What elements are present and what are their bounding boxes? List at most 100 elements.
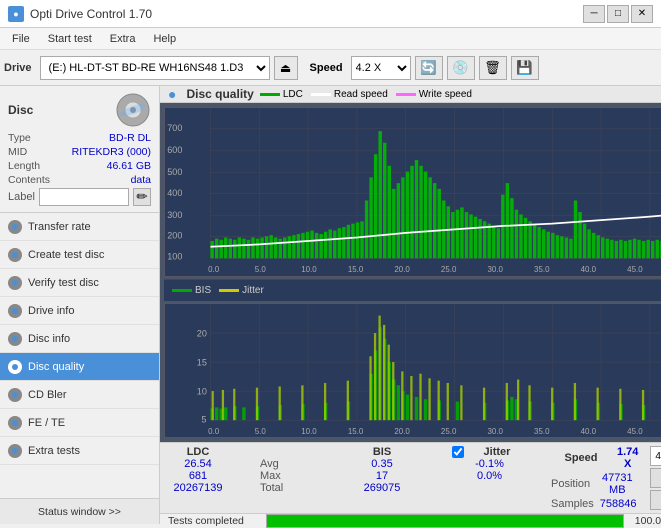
label-edit-button[interactable]: ✏ (133, 188, 151, 206)
svg-text:700: 700 (167, 123, 182, 133)
avg-ldc: 26.54 (168, 458, 228, 470)
avg-label: Avg (260, 458, 320, 470)
svg-text:10: 10 (197, 386, 207, 396)
svg-text:35.0: 35.0 (534, 427, 550, 436)
menu-help[interactable]: Help (145, 31, 184, 47)
stats-section: LDC 26.54 681 20267139 _ Avg Max Total B… (160, 442, 661, 513)
start-full-button[interactable]: Start full (650, 468, 661, 488)
speed-value: 1.74 X (617, 446, 638, 470)
menu-file[interactable]: File (4, 31, 38, 47)
sidebar-item-drive-info[interactable]: Drive info (0, 297, 159, 325)
drive-select[interactable]: (E:) HL-DT-ST BD-RE WH16NS48 1.D3 (40, 56, 270, 80)
titlebar: ● Opti Drive Control 1.70 ─ □ ✕ (0, 0, 661, 28)
create-test-disc-icon (8, 248, 22, 262)
svg-text:40.0: 40.0 (581, 427, 597, 436)
maximize-button[interactable]: □ (607, 5, 629, 23)
ldc-legend: LDC (283, 89, 303, 100)
menu-extra[interactable]: Extra (102, 31, 144, 47)
status-window-button[interactable]: Status window >> (0, 498, 159, 524)
svg-text:100: 100 (167, 251, 182, 261)
app-icon: ● (8, 6, 24, 22)
label-input[interactable] (39, 188, 129, 206)
svg-text:5.0: 5.0 (255, 265, 267, 274)
drive-label: Drive (4, 62, 32, 74)
content-title: Disc quality (186, 87, 253, 101)
position-label: Position (551, 478, 590, 490)
jitter-checkbox[interactable] (452, 446, 464, 458)
speed-label: Speed (310, 62, 343, 74)
svg-text:40.0: 40.0 (581, 265, 597, 274)
eject-button[interactable]: ⏏ (274, 56, 298, 80)
content-area: ● Disc quality LDC Read speed Write spee… (160, 86, 661, 524)
sidebar-item-extra-tests[interactable]: Extra tests (0, 437, 159, 465)
fe-te-icon (8, 416, 22, 430)
row-labels: _ Avg Max Total (260, 446, 320, 494)
sidebar-item-verify-test-disc[interactable]: Verify test disc (0, 269, 159, 297)
top-chart: 700 600 500 400 300 200 100 18X 16X 14X … (164, 107, 661, 277)
svg-text:20.0: 20.0 (394, 427, 410, 436)
progress-percent: 100.0% (632, 515, 661, 527)
menu-start-test[interactable]: Start test (40, 31, 100, 47)
sidebar-item-transfer-rate[interactable]: Transfer rate (0, 213, 159, 241)
contents-label: Contents (8, 174, 50, 186)
speed-header: Speed (551, 452, 611, 464)
svg-text:15.0: 15.0 (348, 265, 364, 274)
jitter-stats: Jitter -0.1% 0.0% (452, 446, 527, 494)
burn-button[interactable]: 💿 (447, 56, 475, 80)
svg-text:45.0: 45.0 (627, 427, 643, 436)
left-stats: LDC 26.54 681 20267139 _ Avg Max Total B… (168, 446, 543, 494)
nav-label-extra-tests: Extra tests (28, 445, 80, 457)
disc-quality-icon (8, 360, 22, 374)
max-label: Max (260, 470, 320, 482)
nav-label-cd-bler: CD Bler (28, 389, 67, 401)
minimize-button[interactable]: ─ (583, 5, 605, 23)
window-controls: ─ □ ✕ (583, 5, 653, 23)
nav-label-fe-te: FE / TE (28, 417, 65, 429)
position-value: 47731 MB (596, 472, 638, 496)
nav-label-disc-info: Disc info (28, 333, 70, 345)
svg-text:20: 20 (197, 328, 207, 338)
svg-text:10.0: 10.0 (301, 265, 317, 274)
start-part-button[interactable]: Start part (650, 490, 661, 510)
svg-text:0.0: 0.0 (208, 265, 220, 274)
max-jitter: 0.0% (452, 470, 527, 482)
samples-label: Samples (551, 498, 594, 510)
toolbar: Drive (E:) HL-DT-ST BD-RE WH16NS48 1.D3 … (0, 50, 661, 86)
status-text: Tests completed (168, 515, 258, 527)
total-label: Total (260, 482, 320, 494)
speed-select[interactable]: 4.2 X (351, 56, 411, 80)
disc-info-icon (8, 332, 22, 346)
avg-jitter: -0.1% (452, 458, 527, 470)
jitter-header: Jitter (467, 446, 527, 458)
app-title: Opti Drive Control 1.70 (30, 7, 152, 21)
cd-bler-icon (8, 388, 22, 402)
svg-text:30.0: 30.0 (487, 265, 503, 274)
sidebar-item-fe-te[interactable]: FE / TE (0, 409, 159, 437)
sidebar-item-create-test-disc[interactable]: Create test disc (0, 241, 159, 269)
svg-text:15.0: 15.0 (348, 427, 364, 436)
disc-panel: Disc Type BD-R DL MID RITEKDR3 (000) Len… (0, 86, 159, 213)
svg-text:0.0: 0.0 (208, 427, 220, 436)
type-label: Type (8, 132, 31, 144)
save-button[interactable]: 💾 (511, 56, 539, 80)
speed-dropdown[interactable]: 4.2 X (650, 446, 661, 466)
sidebar-item-disc-quality[interactable]: Disc quality (0, 353, 159, 381)
disc-icon (115, 92, 151, 128)
menubar: File Start test Extra Help (0, 28, 661, 50)
close-button[interactable]: ✕ (631, 5, 653, 23)
progress-bar-background (266, 514, 624, 528)
svg-text:45.0: 45.0 (627, 265, 643, 274)
sidebar-item-disc-info[interactable]: Disc info (0, 325, 159, 353)
refresh-button[interactable]: 🔄 (415, 56, 443, 80)
nav-list: Transfer rate Create test disc Verify te… (0, 213, 159, 498)
chart-legend: LDC Read speed Write speed (260, 89, 472, 100)
nav-label-disc-quality: Disc quality (28, 361, 84, 373)
stats-row: LDC 26.54 681 20267139 _ Avg Max Total B… (168, 446, 661, 510)
svg-text:500: 500 (167, 167, 182, 177)
bottom-chart-svg: 20 15 10 5 10% 8% 6% 4% 2% 0.0 5.0 10.0 (165, 304, 661, 438)
top-chart-svg: 700 600 500 400 300 200 100 18X 16X 14X … (165, 108, 661, 276)
erase-button[interactable]: 🗑 (479, 56, 507, 80)
sidebar-item-cd-bler[interactable]: CD Bler (0, 381, 159, 409)
nav-label-create-test-disc: Create test disc (28, 249, 104, 261)
bottom-chart: 20 15 10 5 10% 8% 6% 4% 2% 0.0 5.0 10.0 (164, 303, 661, 439)
